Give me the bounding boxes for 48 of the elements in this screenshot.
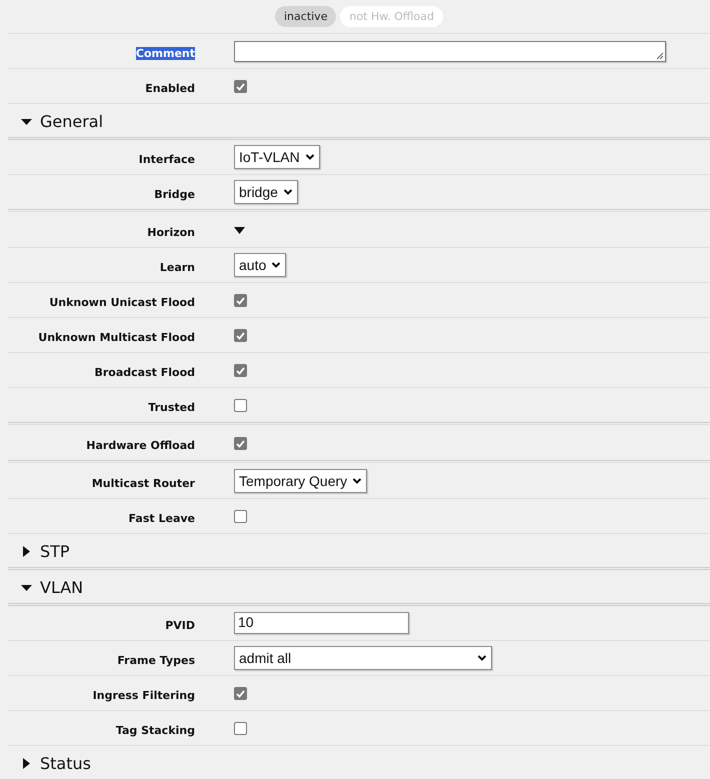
field-label: Unknown Multicast Flood bbox=[38, 330, 195, 344]
dropdown[interactable]: admit all bbox=[234, 646, 492, 670]
field-label: Broadcast Flood bbox=[94, 366, 195, 378]
field-label: Hardware Offload bbox=[86, 438, 195, 452]
checkbox[interactable] bbox=[234, 722, 247, 734]
dropdown[interactable]: auto bbox=[234, 253, 286, 277]
status-badge: inactive bbox=[275, 6, 336, 26]
checkbox[interactable] bbox=[234, 80, 247, 92]
field-label: Frame Types bbox=[117, 654, 195, 666]
field-label: Ingress Filtering bbox=[92, 688, 195, 702]
triangle-right-icon bbox=[21, 758, 32, 768]
chevron-icon bbox=[477, 654, 487, 662]
checkbox[interactable] bbox=[234, 398, 247, 412]
checkbox[interactable] bbox=[234, 364, 247, 376]
triangle-down-icon[interactable] bbox=[234, 226, 245, 234]
section-header[interactable]: STP bbox=[8, 534, 710, 570]
field-label: Trusted bbox=[148, 400, 195, 414]
checkbox[interactable] bbox=[234, 510, 247, 522]
dropdown[interactable]: IoT-VLAN bbox=[234, 145, 320, 169]
field-label: Tag Stacking bbox=[116, 724, 195, 736]
field-label: Horizon bbox=[147, 226, 195, 238]
chevron-icon bbox=[271, 261, 282, 269]
field-label: Comment bbox=[136, 46, 195, 60]
checkbox[interactable] bbox=[234, 328, 247, 342]
section-header[interactable]: General bbox=[8, 104, 710, 140]
checkbox[interactable] bbox=[234, 436, 247, 450]
field-label: Bridge bbox=[154, 188, 195, 200]
field-label: Unknown Unicast Flood bbox=[49, 296, 195, 308]
checkbox[interactable] bbox=[234, 686, 247, 700]
resize-grip-icon[interactable] bbox=[656, 52, 664, 60]
status-badge: not Hw. Offload bbox=[340, 6, 443, 26]
text-field[interactable]: 10 bbox=[234, 612, 409, 634]
checkbox[interactable] bbox=[234, 294, 247, 306]
field-label: Enabled bbox=[145, 82, 195, 94]
chevron-icon bbox=[352, 477, 362, 485]
triangle-right-icon bbox=[21, 546, 32, 556]
field-label: PVID bbox=[165, 618, 195, 632]
comment-field[interactable] bbox=[234, 40, 666, 62]
section-header[interactable]: Status bbox=[8, 746, 710, 779]
dropdown[interactable]: Temporary Query bbox=[234, 469, 368, 493]
field-label: Interface bbox=[138, 152, 195, 166]
field-label: Multicast Router bbox=[92, 476, 195, 490]
field-label: Learn bbox=[160, 260, 195, 274]
dropdown[interactable]: bridge bbox=[234, 180, 298, 204]
chevron-icon bbox=[282, 188, 293, 196]
chevron-icon bbox=[304, 153, 315, 161]
section-header[interactable]: VLAN bbox=[8, 570, 710, 606]
field-label: Fast Leave bbox=[128, 512, 195, 524]
